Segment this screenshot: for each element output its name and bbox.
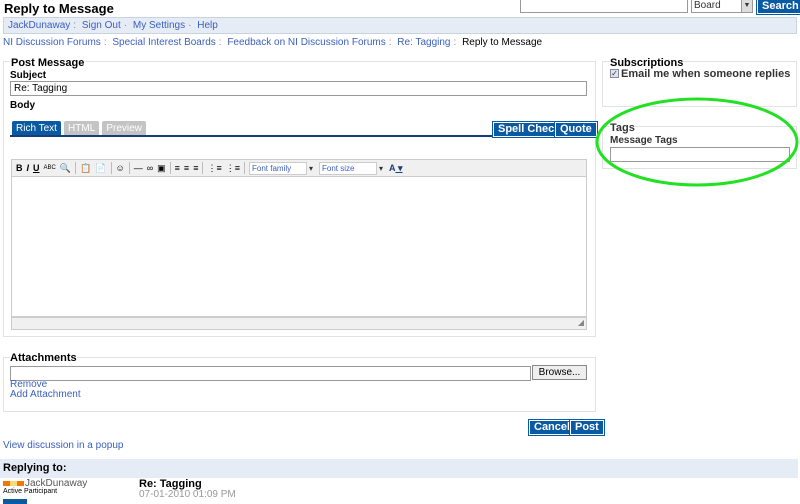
quote-button[interactable]: Quote bbox=[554, 121, 598, 138]
text-color-icon[interactable]: A ▾ bbox=[389, 163, 403, 174]
text-color-glyph: A bbox=[388, 162, 396, 173]
editor-toolbar: B I U ABC 🔍 📋 📄 ☺ — ∞ ▣ ≡ ≡ ≡ ⋮≡ ⋮≡ Font… bbox=[11, 159, 587, 177]
align-right-icon[interactable]: ≡ bbox=[193, 163, 198, 173]
emoticon-icon[interactable]: ☺ bbox=[116, 163, 125, 173]
search-scope-select[interactable]: Board ▼ bbox=[691, 0, 753, 13]
breadcrumb: NI Discussion Forums: Special Interest B… bbox=[3, 37, 543, 48]
ordered-list-icon[interactable]: ⋮≡ bbox=[207, 163, 221, 174]
author-rank: Active Participant bbox=[3, 488, 58, 495]
align-center-icon[interactable]: ≡ bbox=[184, 163, 189, 173]
body-label: Body bbox=[10, 100, 35, 111]
breadcrumb-item[interactable]: Special Interest Boards bbox=[112, 37, 215, 48]
paste-text-icon[interactable]: 📋 bbox=[80, 163, 91, 174]
attachment-file-input[interactable] bbox=[10, 366, 531, 381]
search-button[interactable]: Search bbox=[756, 0, 800, 15]
replying-heading: Replying to: bbox=[3, 462, 67, 474]
unordered-list-icon[interactable]: ⋮≡ bbox=[226, 163, 240, 174]
editor-statusbar: ◢ bbox=[11, 317, 587, 330]
email-label: Email me when someone replies bbox=[621, 68, 791, 80]
help-link[interactable]: Help bbox=[197, 20, 218, 31]
view-popup-link[interactable]: View discussion in a popup bbox=[3, 440, 123, 451]
breadcrumb-current: Reply to Message bbox=[462, 37, 543, 48]
post-message-heading: Post Message bbox=[10, 57, 86, 69]
user-link[interactable]: JackDunaway bbox=[8, 20, 70, 31]
strikethrough-icon[interactable]: ABC bbox=[44, 165, 56, 171]
horizontal-rule-icon[interactable]: — bbox=[134, 163, 143, 173]
search-input[interactable] bbox=[520, 0, 688, 13]
underline-icon[interactable]: U bbox=[33, 163, 40, 173]
font-size-select[interactable]: Font size bbox=[318, 161, 383, 175]
link-icon[interactable]: ∞ bbox=[147, 163, 153, 173]
spellcheck-icon[interactable]: 🔍 bbox=[60, 163, 71, 174]
add-attachment-link[interactable]: Add Attachment bbox=[10, 389, 81, 400]
my-settings-link[interactable]: My Settings bbox=[133, 20, 185, 31]
email-checkbox[interactable]: ✓ bbox=[610, 69, 619, 78]
user-bar: JackDunaway: Sign Out · My Settings · Help bbox=[3, 17, 797, 34]
attachments-heading: Attachments bbox=[10, 352, 77, 364]
message-body-editor[interactable] bbox=[11, 177, 587, 317]
sign-out-link[interactable]: Sign Out bbox=[82, 20, 121, 31]
reply-date: 07-01-2010 01:09 PM bbox=[139, 489, 236, 500]
align-left-icon[interactable]: ≡ bbox=[175, 163, 180, 173]
avatar bbox=[3, 499, 27, 504]
subject-label: Subject bbox=[10, 70, 47, 81]
tab-rich-text[interactable]: Rich Text bbox=[12, 121, 61, 136]
font-family-select[interactable]: Font family bbox=[248, 161, 313, 175]
bold-icon[interactable]: B bbox=[16, 163, 23, 173]
subject-input[interactable]: Re: Tagging bbox=[10, 81, 587, 96]
tab-html[interactable]: HTML bbox=[64, 121, 100, 136]
post-button[interactable]: Post bbox=[569, 419, 605, 436]
cancel-button[interactable]: Cancel bbox=[527, 419, 577, 436]
replying-header: Replying to: bbox=[0, 459, 798, 478]
scope-value: Board bbox=[694, 0, 721, 11]
italic-icon[interactable]: I bbox=[27, 163, 30, 173]
chevron-down-icon: ▼ bbox=[741, 0, 752, 12]
breadcrumb-item[interactable]: NI Discussion Forums bbox=[3, 37, 101, 48]
page-title: Reply to Message bbox=[4, 1, 114, 16]
tab-preview[interactable]: Preview bbox=[102, 121, 146, 136]
browse-button[interactable]: Browse... bbox=[532, 365, 587, 380]
paste-word-icon[interactable]: 📄 bbox=[95, 163, 106, 174]
highlight-ellipse bbox=[595, 97, 799, 187]
rank-icon bbox=[3, 481, 24, 486]
resize-handle-icon[interactable]: ◢ bbox=[578, 318, 584, 327]
image-icon[interactable]: ▣ bbox=[157, 163, 166, 174]
breadcrumb-item[interactable]: Feedback on NI Discussion Forums bbox=[227, 37, 385, 48]
breadcrumb-item[interactable]: Re: Tagging bbox=[397, 37, 450, 48]
